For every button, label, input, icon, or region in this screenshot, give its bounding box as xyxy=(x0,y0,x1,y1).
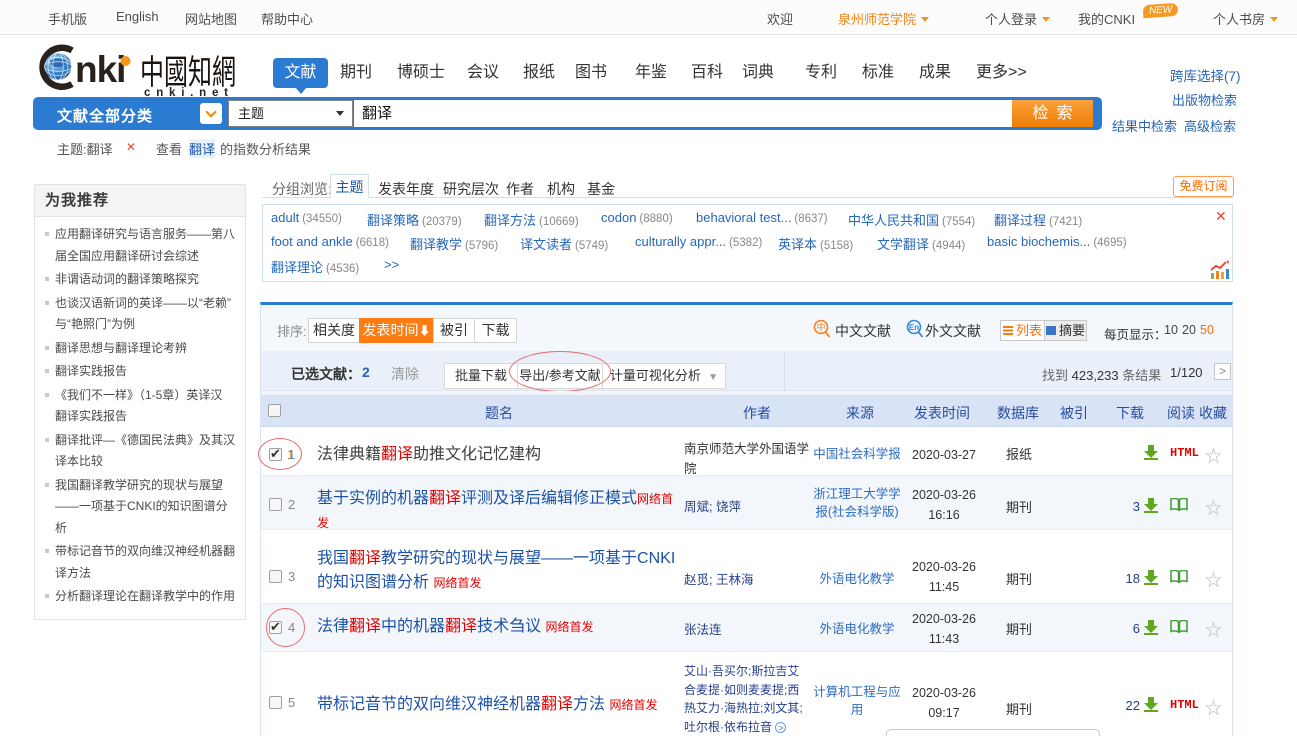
svg-text:中國知網: 中國知網 xyxy=(140,54,236,92)
svg-text:En: En xyxy=(909,323,919,332)
svg-text:nki: nki xyxy=(75,49,125,90)
svg-text:中: 中 xyxy=(816,322,825,333)
